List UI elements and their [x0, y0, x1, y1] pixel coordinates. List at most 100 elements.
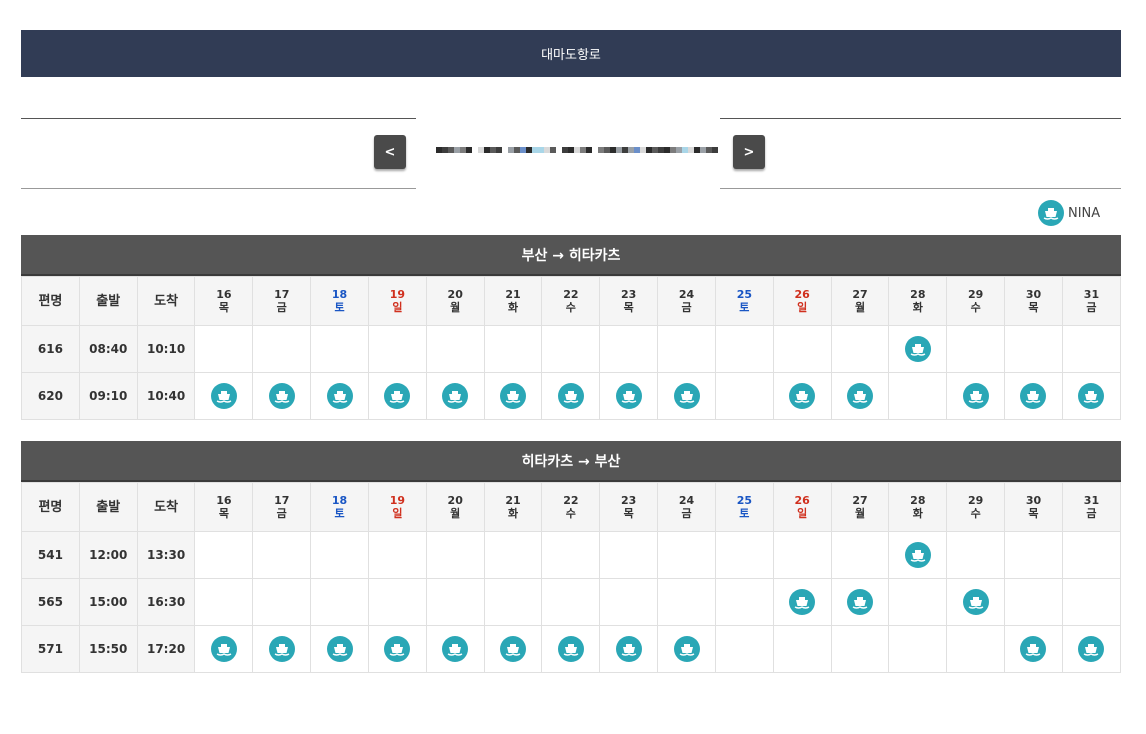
empty-cell — [1061, 325, 1122, 373]
empty-cell — [310, 578, 369, 626]
day-date: 28 — [910, 288, 926, 301]
sailing-cell[interactable] — [425, 625, 485, 673]
departure-time: 12:00 — [78, 531, 138, 579]
departure-time: 15:50 — [78, 625, 138, 673]
day-header-30: 30 목 — [1004, 276, 1063, 326]
ship-icon — [210, 383, 237, 409]
sailing-cell[interactable] — [1004, 372, 1063, 420]
ship-icon — [615, 383, 642, 409]
day-date: 25 — [736, 494, 752, 507]
day-weekday: 일 — [392, 301, 403, 314]
day-header-25: 25 토 — [714, 482, 774, 532]
sailing-cell[interactable] — [888, 531, 948, 579]
sailing-cell[interactable] — [483, 372, 543, 420]
sailing-cell[interactable] — [772, 578, 832, 626]
sailing-cell[interactable] — [946, 372, 1006, 420]
sailing-cell[interactable] — [483, 625, 543, 673]
departure-time: 08:40 — [78, 325, 138, 373]
sailing-cell[interactable] — [1061, 625, 1122, 673]
day-weekday: 목 — [623, 301, 634, 314]
day-header-18: 18 토 — [310, 482, 369, 532]
divider — [720, 118, 1121, 119]
sailing-cell[interactable] — [367, 372, 427, 420]
sailing-cell[interactable] — [1004, 625, 1063, 673]
service-header: 편명 — [21, 482, 80, 532]
sailing-cell[interactable] — [541, 372, 601, 420]
empty-cell — [425, 325, 485, 373]
sailing-cell[interactable] — [310, 372, 369, 420]
empty-cell — [425, 578, 485, 626]
ship-icon — [384, 383, 411, 409]
departure-time: 09:10 — [78, 372, 138, 420]
ship-icon — [1020, 383, 1047, 409]
ship-icon — [557, 636, 584, 662]
day-header-26: 26 일 — [772, 482, 832, 532]
day-date: 28 — [910, 494, 926, 507]
day-header-29: 29 수 — [946, 482, 1006, 532]
day-weekday: 수 — [565, 301, 576, 314]
empty-cell — [714, 531, 774, 579]
sailing-cell[interactable] — [830, 372, 890, 420]
empty-cell — [946, 625, 1006, 673]
sailing-cell[interactable] — [541, 625, 601, 673]
day-date: 23 — [621, 288, 637, 301]
timetable-body: 616 08:40 10:10 620 09:10 10:40 — [21, 325, 1122, 420]
sailing-cell[interactable] — [310, 625, 369, 673]
sailing-cell[interactable] — [657, 625, 716, 673]
ship-icon — [904, 542, 931, 568]
sailing-cell[interactable] — [772, 372, 832, 420]
arrival-time: 17:20 — [136, 625, 196, 673]
empty-cell — [1004, 325, 1063, 373]
schedule-table-0: 부산 → 히타카츠 편명 출발 도착 16 목 17 금 18 토 19 일 20 월 21 화 22 수 23 목… — [21, 235, 1122, 420]
empty-cell — [888, 372, 948, 420]
day-date: 30 — [1025, 288, 1042, 301]
day-weekday: 목 — [218, 507, 229, 520]
sailing-cell[interactable] — [252, 625, 312, 673]
day-weekday: 목 — [623, 507, 634, 520]
day-weekday: 토 — [739, 301, 750, 314]
empty-cell — [830, 325, 890, 373]
divider — [720, 188, 1121, 189]
sailing-cell[interactable] — [425, 372, 485, 420]
day-date: 31 — [1083, 288, 1100, 301]
empty-cell — [714, 625, 774, 673]
sailing-cell[interactable] — [599, 372, 659, 420]
sailing-cell[interactable] — [888, 325, 948, 373]
sailing-cell[interactable] — [830, 578, 890, 626]
sailing-cell[interactable] — [194, 372, 254, 420]
ship-icon — [384, 636, 411, 662]
day-header-29: 29 수 — [946, 276, 1006, 326]
day-date: 21 — [505, 288, 521, 301]
sailing-cell[interactable] — [946, 578, 1006, 626]
service-number: 616 — [21, 325, 80, 373]
ship-icon — [847, 589, 873, 615]
empty-cell — [714, 325, 774, 373]
day-weekday: 일 — [392, 507, 403, 520]
empty-cell — [541, 531, 601, 579]
sailing-cell[interactable] — [194, 625, 254, 673]
day-weekday: 일 — [797, 507, 808, 520]
day-date: 19 — [389, 494, 406, 507]
sailing-cell[interactable] — [252, 372, 312, 420]
day-header-31: 31 금 — [1061, 276, 1122, 326]
month-navigator: < > — [21, 118, 1121, 189]
day-weekday: 금 — [681, 301, 692, 314]
day-weekday: 월 — [450, 507, 461, 520]
sailing-cell[interactable] — [1061, 372, 1122, 420]
prev-month-button[interactable]: < — [374, 135, 406, 169]
day-weekday: 금 — [1086, 507, 1097, 520]
empty-cell — [483, 325, 543, 373]
empty-cell — [1061, 578, 1122, 626]
day-weekday: 목 — [1028, 507, 1039, 520]
day-date: 18 — [331, 494, 348, 507]
empty-cell — [194, 578, 254, 626]
day-weekday: 화 — [507, 301, 519, 314]
ship-icon — [326, 636, 353, 662]
sailing-cell[interactable] — [367, 625, 427, 673]
day-header-24: 24 금 — [657, 276, 716, 326]
sailing-cell[interactable] — [599, 625, 659, 673]
day-date: 30 — [1025, 494, 1042, 507]
sailing-cell[interactable] — [657, 372, 716, 420]
next-month-button[interactable]: > — [733, 135, 765, 169]
day-date: 29 — [968, 494, 984, 507]
